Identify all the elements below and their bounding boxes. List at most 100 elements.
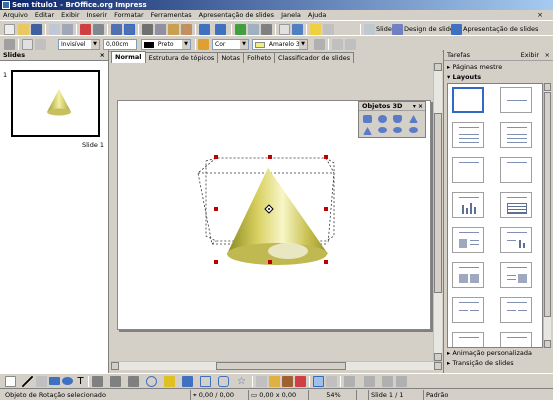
layout-title-6-objects[interactable] (500, 332, 532, 347)
layout-title-text-chart[interactable] (500, 227, 532, 253)
effects-icon[interactable] (382, 376, 393, 387)
tab-outline[interactable]: Estrutura de tópicos (144, 52, 219, 63)
arrange-icon[interactable] (345, 39, 356, 50)
view-menu-button[interactable]: Exibir (521, 50, 539, 61)
vertical-scrollbar[interactable] (433, 63, 442, 361)
area-icon[interactable] (198, 39, 209, 50)
gallery-icon[interactable] (295, 376, 306, 387)
save-icon[interactable] (31, 24, 42, 35)
menu-exibir[interactable]: Exibir (61, 11, 79, 19)
symbol-shapes-icon[interactable] (164, 376, 175, 387)
callouts-icon[interactable] (218, 376, 229, 387)
half-sphere-icon[interactable] (409, 127, 418, 133)
layout-blank[interactable] (452, 87, 484, 113)
close-icon[interactable]: × (100, 50, 105, 61)
torus-icon[interactable] (378, 127, 387, 133)
layout-title-4-objects[interactable] (452, 332, 484, 347)
fill-color-select[interactable]: Amarelo 3 ▼ (252, 39, 308, 50)
tasks-scroll-thumb[interactable] (544, 92, 551, 317)
paste-icon[interactable] (168, 24, 179, 35)
basic-shapes-icon[interactable] (146, 376, 157, 387)
lines-arrows-icon[interactable] (128, 376, 139, 387)
glue-points-icon[interactable] (396, 376, 407, 387)
cylinder-icon[interactable] (393, 115, 402, 123)
tab-handout[interactable]: Folheto (243, 52, 276, 63)
slide-button[interactable]: Slide (376, 25, 392, 33)
scroll-down-icon[interactable] (434, 353, 442, 361)
chart-icon[interactable] (235, 24, 246, 35)
alignment-icon[interactable] (344, 376, 355, 387)
design-icon[interactable] (392, 24, 403, 35)
tab-slide-sorter[interactable]: Classificador de slides (274, 52, 355, 63)
menu-editar[interactable]: Editar (35, 11, 54, 19)
arrow-tool-icon[interactable] (36, 376, 47, 387)
line-style-select[interactable]: Invisível ▼ (58, 39, 100, 50)
vertical-scroll-thumb[interactable] (434, 113, 442, 293)
text-tool-icon[interactable]: T (75, 376, 86, 387)
rectangle-tool-icon[interactable] (49, 377, 60, 385)
new-document-icon[interactable] (4, 24, 15, 35)
export-pdf-icon[interactable] (80, 24, 91, 35)
help-icon[interactable] (310, 24, 321, 35)
stars-icon[interactable]: ☆ (236, 376, 247, 387)
layout-title-only[interactable] (500, 87, 532, 113)
menu-apresentacao[interactable]: Apresentação de slides (199, 11, 274, 19)
layout-title-chart[interactable] (452, 192, 484, 218)
design-button[interactable]: Design de slides (404, 25, 457, 33)
edit-file-icon[interactable] (62, 24, 73, 35)
menu-ajuda[interactable]: Ajuda (308, 11, 326, 19)
cone-icon[interactable] (409, 115, 418, 123)
layout-title-content[interactable] (452, 122, 484, 148)
display-grid-icon[interactable] (261, 24, 272, 35)
menu-arquivo[interactable]: Arquivo (3, 11, 28, 19)
toggle-extrusion-icon[interactable] (326, 376, 337, 387)
layout-centered-text[interactable] (500, 157, 532, 183)
scroll-up-icon[interactable] (434, 63, 442, 71)
open-folder-icon[interactable] (18, 24, 29, 35)
layout-title-two-content[interactable] (452, 157, 484, 183)
layout-title-clipart-text[interactable] (452, 227, 484, 253)
menu-janela[interactable]: Janela (281, 11, 301, 19)
copy-icon[interactable] (155, 24, 166, 35)
horizontal-scroll-thumb[interactable] (216, 362, 346, 370)
slide-icon[interactable] (364, 24, 375, 35)
line-width-field[interactable]: 0,00cm (103, 39, 137, 50)
tab-normal[interactable]: Normal (111, 51, 146, 63)
points-icon[interactable] (256, 376, 267, 387)
ellipse-tool-icon[interactable] (62, 377, 73, 385)
layout-title-table[interactable] (500, 192, 532, 218)
status-zoom[interactable]: 54% (308, 390, 356, 400)
select-arrow-icon[interactable] (5, 376, 16, 387)
clone-format-icon[interactable] (181, 24, 192, 35)
layout-title-2-text[interactable] (500, 297, 532, 323)
navigator-icon[interactable] (279, 24, 290, 35)
close-document-button[interactable]: × (537, 11, 543, 19)
layouts-section[interactable]: ▾ Layouts (447, 73, 547, 82)
shell-icon[interactable] (393, 127, 402, 133)
fontwork-icon[interactable] (269, 376, 280, 387)
redo-icon[interactable] (215, 24, 226, 35)
menu-ferramentas[interactable]: Ferramentas (151, 11, 192, 19)
print-icon[interactable] (93, 24, 104, 35)
undo-icon[interactable] (199, 24, 210, 35)
toolbar-close-icon[interactable]: ▾ × (413, 102, 423, 111)
layout-title-text-object[interactable] (500, 262, 532, 288)
presentation-button[interactable]: Apresentação de slides (463, 25, 538, 33)
presentation-icon[interactable] (451, 24, 462, 35)
line-color-select[interactable]: Preto ▼ (141, 39, 191, 50)
spellcheck-icon[interactable] (111, 24, 122, 35)
cube-icon[interactable] (363, 115, 372, 123)
layout-title-2-objects-text[interactable] (452, 297, 484, 323)
flowchart-icon[interactable] (200, 376, 211, 387)
from-file-icon[interactable] (282, 376, 293, 387)
sphere-icon[interactable] (378, 115, 387, 123)
scroll-down-icon[interactable] (544, 340, 551, 348)
scroll-up-icon[interactable] (544, 83, 551, 91)
extrusion-icon[interactable] (313, 376, 324, 387)
email-icon[interactable] (49, 24, 60, 35)
menu-inserir[interactable]: Inserir (87, 11, 108, 19)
master-pages-section[interactable]: ▸ Páginas mestre (447, 63, 547, 72)
pyramid-icon[interactable] (363, 127, 372, 135)
layout-title-object[interactable] (452, 262, 484, 288)
arrow-style-icon[interactable] (35, 39, 46, 50)
